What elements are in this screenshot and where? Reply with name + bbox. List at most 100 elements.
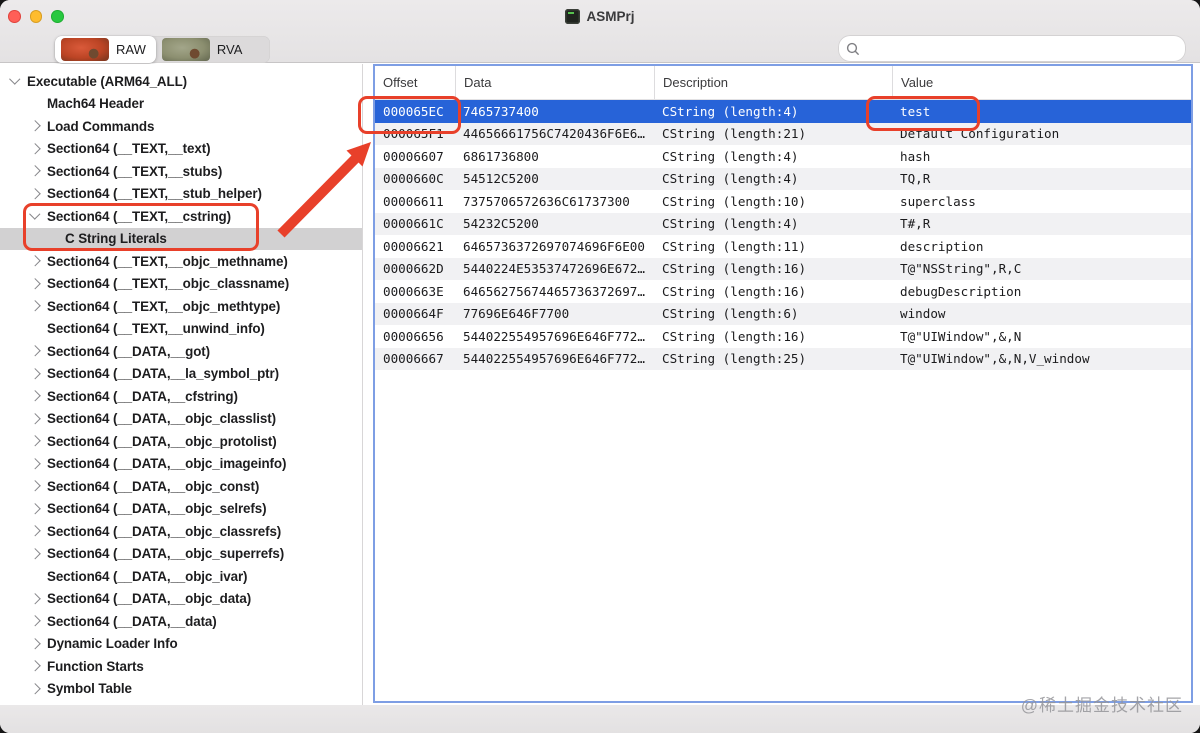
table-row[interactable]: 00006667 544022554957696E646F772… CString …	[375, 347, 1191, 370]
sidebar-item-label: Section64 (__DATA,__objc_data)	[47, 591, 252, 607]
chevron-right-icon[interactable]	[26, 457, 47, 471]
sidebar-item[interactable]: Section64 (__TEXT,__objc_methname)	[0, 250, 362, 273]
chevron-right-icon[interactable]	[26, 637, 47, 651]
table-row[interactable]: 0000664F 77696E646F7700 CString (length:6)…	[375, 302, 1191, 325]
offset-cell: 0000663E	[383, 283, 444, 299]
chevron-right-icon[interactable]	[26, 524, 47, 538]
sidebar-item[interactable]: Section64 (__DATA,__got)	[0, 340, 362, 363]
table-row[interactable]: 00006656 544022554957696E646F772… CString …	[375, 325, 1191, 348]
sidebar-item[interactable]: Section64 (__DATA,__objc_classlist)	[0, 408, 362, 431]
table-row[interactable]: 00006611 7375706572636C61737300 CString (l…	[375, 190, 1191, 213]
chevron-right-icon[interactable]	[26, 344, 47, 358]
offset-cell: 0000664F	[383, 306, 444, 322]
offset-cell: 0000661C	[383, 216, 444, 232]
sidebar-item-label: Section64 (__DATA,__objc_selrefs)	[47, 501, 267, 517]
sidebar-item-label: Section64 (__TEXT,__stubs)	[47, 163, 223, 179]
data-cell: 544022554957696E646F772…	[463, 351, 645, 367]
chevron-right-icon[interactable]	[26, 119, 47, 133]
chevron-down-icon[interactable]	[6, 74, 27, 88]
table-row[interactable]: 00006621 6465736372697074696F6E00 CString …	[375, 235, 1191, 258]
chevron-right-icon[interactable]	[26, 187, 47, 201]
sidebar-item[interactable]: Section64 (__DATA,__objc_protolist)	[0, 430, 362, 453]
value-cell: hash	[900, 148, 931, 164]
chevron-right-icon[interactable]	[26, 412, 47, 426]
sidebar-item[interactable]: Section64 (__DATA,__objc_const)	[0, 475, 362, 498]
description-cell: CString (length:16)	[662, 328, 807, 344]
value-cell: T@"UIWindow",&,N,V_window	[900, 351, 1090, 367]
column-header-description[interactable]: Description	[654, 66, 892, 99]
sidebar-item[interactable]: C String Literals	[0, 227, 362, 250]
sidebar-item[interactable]: Section64 (__DATA,__objc_ivar)	[0, 565, 362, 588]
sidebar-item[interactable]: Section64 (__DATA,__la_symbol_ptr)	[0, 363, 362, 386]
sidebar-item-label: Section64 (__DATA,__objc_const)	[47, 478, 260, 494]
table-row[interactable]: 0000662D 5440224E53537472696E672… CString …	[375, 257, 1191, 280]
search-input[interactable]	[838, 35, 1186, 62]
description-cell: CString (length:16)	[662, 261, 807, 277]
chevron-right-icon[interactable]	[26, 277, 47, 291]
segment-raw[interactable]: RAW	[55, 36, 156, 63]
sidebar-item[interactable]: Section64 (__DATA,__objc_selrefs)	[0, 498, 362, 521]
chevron-right-icon[interactable]	[26, 659, 47, 673]
chevron-right-icon[interactable]	[26, 434, 47, 448]
sidebar-item-label: Section64 (__DATA,__got)	[47, 343, 211, 359]
sidebar-item[interactable]: Section64 (__TEXT,__objc_classname)	[0, 273, 362, 296]
sidebar-item[interactable]: Section64 (__TEXT,__objc_methtype)	[0, 295, 362, 318]
chevron-right-icon[interactable]	[26, 682, 47, 696]
sidebar-item-label: Section64 (__TEXT,__text)	[47, 141, 211, 157]
sidebar-item-label: Section64 (__DATA,__objc_classlist)	[47, 411, 276, 427]
sidebar-item[interactable]: Section64 (__TEXT,__stubs)	[0, 160, 362, 183]
sidebar-item[interactable]: Symbol Table	[0, 678, 362, 701]
sidebar-item[interactable]: Section64 (__TEXT,__unwind_info)	[0, 318, 362, 341]
sidebar-item[interactable]: Section64 (__TEXT,__cstring)	[0, 205, 362, 228]
sidebar-item-label: Section64 (__DATA,__objc_superrefs)	[47, 546, 285, 562]
description-cell: CString (length:16)	[662, 283, 807, 299]
sidebar-item-label: Section64 (__DATA,__la_symbol_ptr)	[47, 366, 280, 382]
table-row[interactable]: 0000663E 64656275674465736372697… CString …	[375, 280, 1191, 303]
sidebar-item[interactable]: Executable (ARM64_ALL)	[0, 70, 362, 93]
sidebar-item[interactable]: Section64 (__TEXT,__text)	[0, 138, 362, 161]
chevron-right-icon[interactable]	[26, 164, 47, 178]
data-cell: 7375706572636C61737300	[463, 193, 630, 209]
table-header-row: Offset Data Description Value	[375, 66, 1191, 100]
data-cell: 77696E646F7700	[463, 306, 570, 322]
sidebar-item-label: Symbol Table	[47, 681, 132, 697]
chevron-down-icon[interactable]	[26, 209, 47, 223]
sidebar-item[interactable]: Mach64 Header	[0, 93, 362, 116]
sidebar-item[interactable]: Dynamic Loader Info	[0, 633, 362, 656]
chevron-right-icon[interactable]	[26, 547, 47, 561]
sidebar-item[interactable]: Section64 (__DATA,__objc_classrefs)	[0, 520, 362, 543]
table-row[interactable]: 000065EC 7465737400 CString (length:4) test	[375, 100, 1191, 123]
chevron-right-icon[interactable]	[26, 614, 47, 628]
data-cell: 64656275674465736372697…	[463, 283, 645, 299]
chevron-right-icon[interactable]	[26, 299, 47, 313]
chevron-right-icon[interactable]	[26, 142, 47, 156]
column-header-offset[interactable]: Offset	[375, 66, 455, 99]
table-row[interactable]: 0000661C 54232C5200 CString (length:4) T#,R	[375, 212, 1191, 235]
sidebar-item[interactable]: Section64 (__DATA,__objc_superrefs)	[0, 543, 362, 566]
column-header-value[interactable]: Value	[892, 66, 1191, 99]
sidebar-item-label: Section64 (__DATA,__objc_protolist)	[47, 433, 277, 449]
column-header-data[interactable]: Data	[455, 66, 654, 99]
sidebar-item[interactable]: Section64 (__TEXT,__stub_helper)	[0, 183, 362, 206]
sidebar-item[interactable]: Function Starts	[0, 655, 362, 678]
chevron-right-icon[interactable]	[26, 592, 47, 606]
chevron-right-icon[interactable]	[26, 367, 47, 381]
table-row[interactable]: 000065F1 44656661756C7420436F6E6… CString …	[375, 122, 1191, 145]
value-cell: window	[900, 306, 946, 322]
sidebar-item[interactable]: Section64 (__DATA,__cfstring)	[0, 385, 362, 408]
sidebar-item[interactable]: Section64 (__DATA,__objc_data)	[0, 588, 362, 611]
value-cell: T@"NSString",R,C	[900, 261, 1022, 277]
chevron-right-icon[interactable]	[26, 502, 47, 516]
sidebar-item[interactable]: Section64 (__DATA,__data)	[0, 610, 362, 633]
segment-rva[interactable]: RVA	[156, 36, 253, 63]
chevron-right-icon[interactable]	[26, 479, 47, 493]
table-row[interactable]: 00006607 6861736800 CString (length:4) hash	[375, 145, 1191, 168]
sidebar-item[interactable]: Load Commands	[0, 115, 362, 138]
sidebar-item-label: Section64 (__TEXT,__objc_methname)	[47, 253, 288, 269]
watermark-text: @稀土掘金技术社区	[1020, 696, 1183, 715]
sidebar-item[interactable]: Section64 (__DATA,__objc_imageinfo)	[0, 453, 362, 476]
chevron-right-icon[interactable]	[26, 389, 47, 403]
table-row[interactable]: 0000660C 54512C5200 CString (length:4) TQ,R	[375, 167, 1191, 190]
chevron-right-icon[interactable]	[26, 254, 47, 268]
